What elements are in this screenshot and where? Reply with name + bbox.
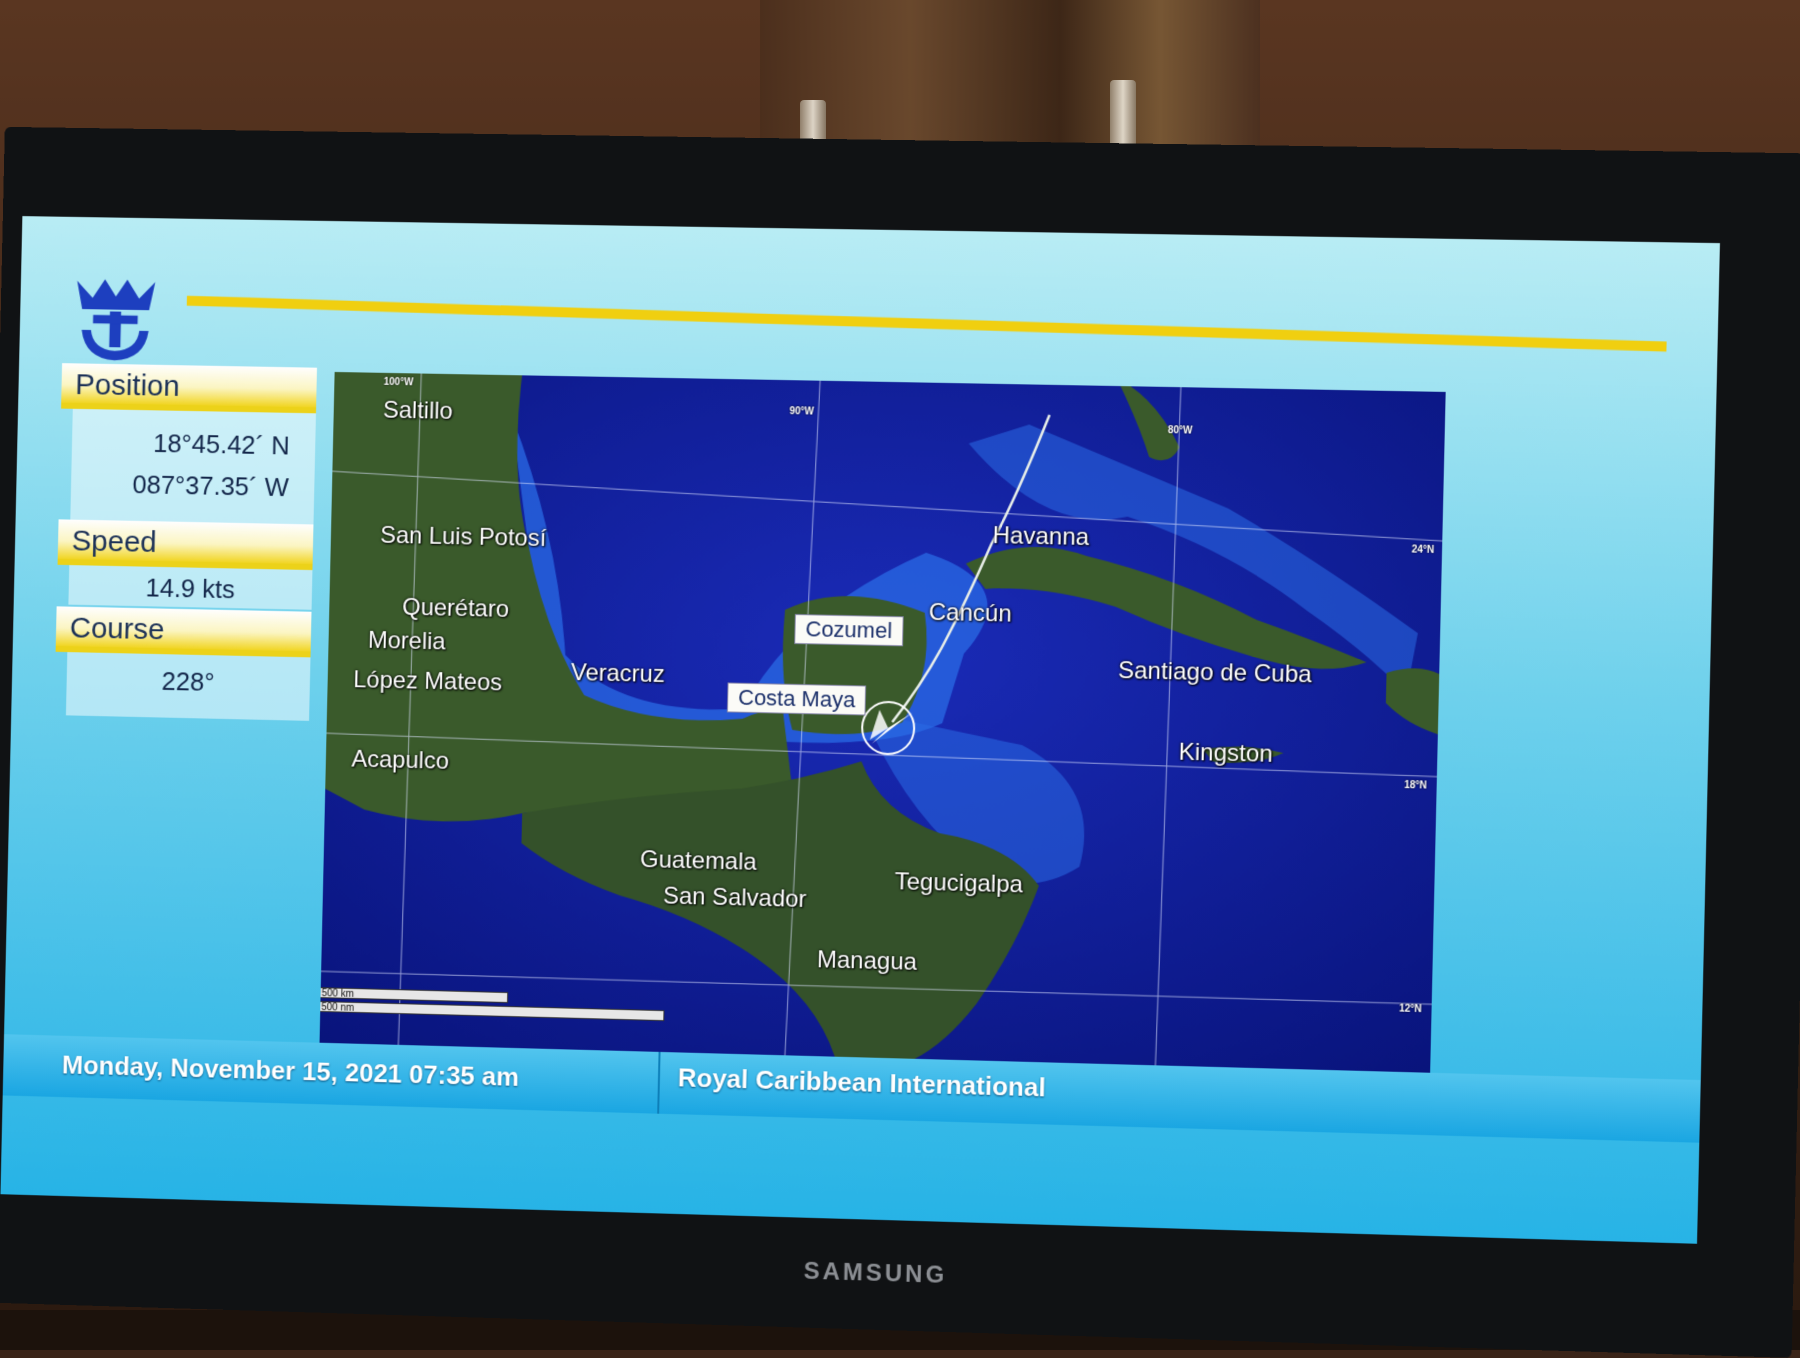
- speed-value: 14.9 kts: [145, 572, 236, 605]
- city-managua: Managua: [816, 946, 918, 976]
- city-morelia: Morelia: [367, 626, 446, 656]
- datetime-text: Monday, November 15, 2021 07:35 am: [61, 1049, 520, 1092]
- grid-label-100w: 100°W: [383, 376, 414, 389]
- city-san-luis-potosi: San Luis Potosí: [379, 521, 547, 553]
- grid-label-80w: 80°W: [1167, 425, 1193, 437]
- footer-divider: [657, 1051, 661, 1114]
- city-kingston: Kingston: [1178, 738, 1274, 768]
- city-guatemala: Guatemala: [639, 846, 758, 876]
- course-value: 228°: [161, 666, 215, 697]
- city-queretaro: Querétaro: [401, 593, 510, 623]
- city-veracruz: Veracruz: [570, 659, 666, 689]
- tv-brand-label: SAMSUNG: [803, 1257, 948, 1289]
- grid-label-90w: 90°W: [789, 406, 815, 418]
- company-name: Royal Caribbean International: [677, 1062, 1047, 1103]
- header-gold-rule: [186, 295, 1667, 352]
- city-havanna: Havanna: [992, 522, 1090, 552]
- grid-label-24n: 24°N: [1411, 544, 1435, 556]
- course-label: Course: [55, 606, 312, 658]
- grid-label-12n: 12°N: [1399, 1003, 1422, 1016]
- city-tegucigalpa: Tegucigalpa: [894, 868, 1024, 899]
- city-saltillo: Saltillo: [382, 396, 454, 425]
- speed-label: Speed: [57, 519, 314, 571]
- city-santiago-de-cuba: Santiago de Cuba: [1117, 656, 1313, 689]
- tv-screen: Position 18°45.42´ N 087°37.35´ W Speed …: [0, 216, 1720, 1244]
- port-cozumel: Cozumel: [794, 614, 904, 647]
- city-cancun: Cancún: [928, 598, 1012, 628]
- position-box: 18°45.42´ N 087°37.35´ W: [70, 408, 316, 525]
- voyage-map: 100°W 90°W 80°W 24°N 18°N 12°N Saltillo …: [319, 371, 1446, 1073]
- television: Position 18°45.42´ N 087°37.35´ W Speed …: [0, 126, 1800, 1358]
- city-lopez-mateos: López Mateos: [353, 666, 503, 697]
- latitude-value: 18°45.42´ N: [152, 428, 291, 461]
- port-costa-maya: Costa Maya: [726, 682, 867, 716]
- crown-anchor-logo-icon: [76, 278, 156, 361]
- course-box: 228°: [65, 652, 311, 721]
- speed-box: 14.9 kts: [68, 565, 313, 610]
- longitude-value: 087°37.35´ W: [132, 469, 290, 503]
- city-san-salvador: San Salvador: [662, 882, 807, 914]
- grid-label-18n: 18°N: [1404, 779, 1428, 792]
- position-label: Position: [61, 363, 318, 414]
- city-acapulco: Acapulco: [351, 745, 450, 775]
